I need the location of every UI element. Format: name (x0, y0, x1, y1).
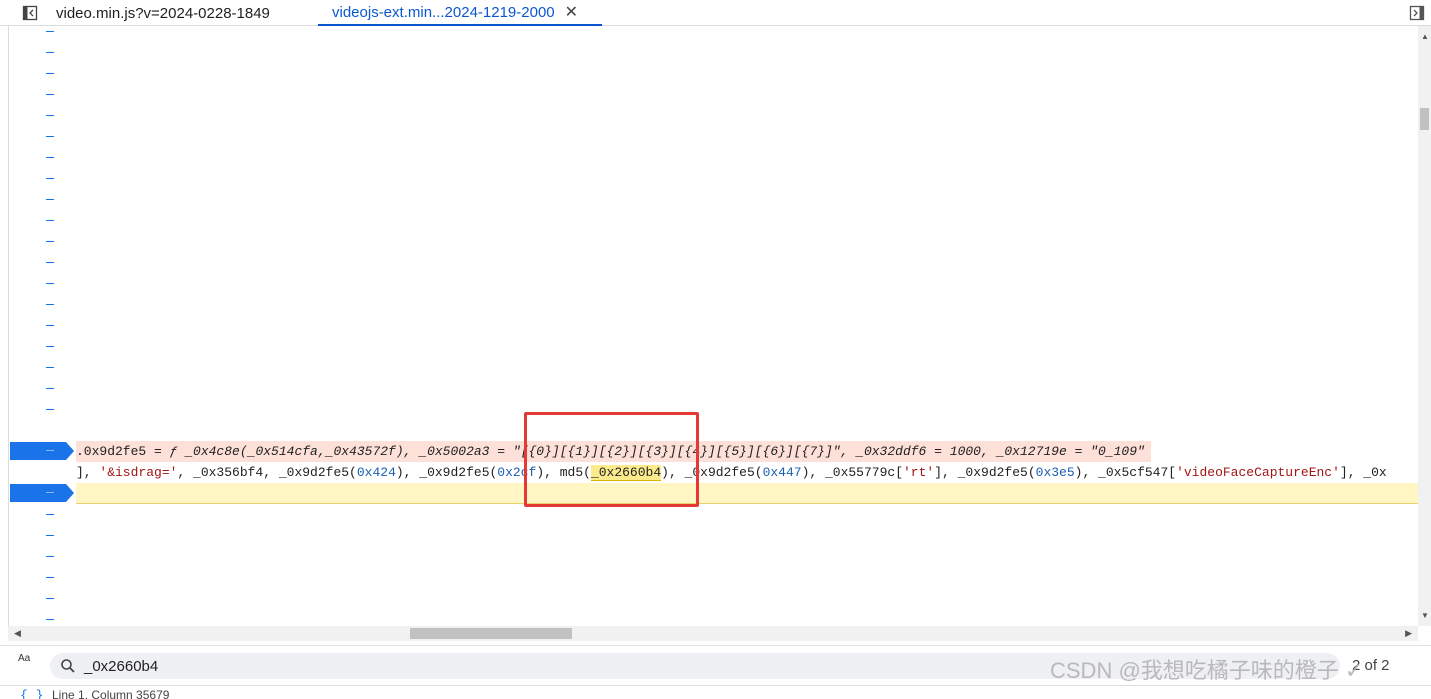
breakpoint-icon (10, 484, 74, 502)
gutter-line-marker[interactable] (46, 262, 54, 263)
hex-token: 0x447 (762, 465, 802, 480)
string-token: '&isdrag=' (99, 465, 178, 480)
code-token: ], (76, 465, 100, 480)
gutter-line-marker[interactable] (46, 346, 54, 347)
gutter-line-marker[interactable] (46, 178, 54, 179)
code-token: .0x9d2fe5 = (76, 444, 170, 459)
status-bar: { } Line 1, Column 35679 (0, 685, 1431, 699)
vertical-scrollbar[interactable]: ▲ ▼ (1418, 26, 1431, 626)
search-icon (61, 659, 75, 673)
breakpoint-marker[interactable] (10, 483, 76, 503)
string-token: 'rt' (903, 465, 935, 480)
gutter-line-marker[interactable] (46, 388, 54, 389)
gutter-line-marker[interactable] (46, 304, 54, 305)
gutter-line-marker[interactable] (46, 556, 54, 557)
close-icon[interactable]: ✕ (565, 2, 578, 22)
code-token: "0_109" (1090, 444, 1145, 459)
breakpoint-icon (10, 442, 74, 460)
search-bar: Aa _0x2660b4 2 of 2 CSDN @我想吃橘子味的橙子 ✓ (0, 645, 1431, 685)
string-token: 'videoFaceCaptureEnc' (1176, 465, 1340, 480)
watermark: CSDN @我想吃橘子味的橙子 ✓ (1050, 658, 1364, 683)
line-gutter[interactable] (10, 26, 74, 626)
vertical-scroll-thumb[interactable] (1420, 108, 1429, 130)
debugger-sidebar-toggle-button[interactable] (1405, 0, 1429, 26)
gutter-line-marker[interactable] (46, 598, 54, 599)
gutter-line-marker[interactable] (46, 577, 54, 578)
horizontal-scroll-thumb[interactable] (410, 628, 572, 639)
gutter-line-marker[interactable] (46, 325, 54, 326)
gutter-line-marker[interactable] (46, 367, 54, 368)
paused-execution-line (76, 483, 1418, 504)
tab-videojs-ext-min[interactable]: videojs-ext.min...2024-1219-2000 ✕ (318, 0, 602, 26)
pretty-print-icon[interactable]: { } (20, 688, 43, 699)
scroll-left-icon[interactable]: ◀ (14, 628, 21, 639)
gutter-line-marker[interactable] (46, 535, 54, 536)
tab-label: video.min.js?v=2024-0228-1849 (56, 4, 270, 22)
gutter-line-marker[interactable] (46, 157, 54, 158)
code-line: ], '&isdrag=', _0x356bf4, _0x9d2fe5(0x42… (76, 462, 1387, 483)
code-token: ), _0x55779c[ (801, 465, 903, 480)
gutter-line-marker[interactable] (46, 283, 54, 284)
code-token: ), _0x9d2fe5( (395, 465, 498, 480)
code-editor[interactable]: .0x9d2fe5 = ƒ _0x4c8e(_0x514cfa,_0x43572… (72, 26, 1418, 626)
tab-video-min-js[interactable]: video.min.js?v=2024-0228-1849 (42, 0, 314, 26)
gutter-line-marker[interactable] (46, 451, 54, 452)
gutter-line-marker[interactable] (46, 31, 54, 32)
match-case-button[interactable]: Aa (18, 654, 44, 678)
breakpoint-marker[interactable] (10, 441, 76, 461)
code-token: ], _0x9d2fe5( (934, 465, 1036, 480)
gutter-line-marker[interactable] (46, 52, 54, 53)
code-token: ƒ _0x4c8e(_0x514cfa,_0x43572f), _0x5002a… (169, 444, 513, 459)
sidebar-toggle-icon (22, 5, 38, 21)
scroll-up-icon[interactable]: ▲ (1421, 32, 1429, 41)
gutter-line-marker[interactable] (46, 136, 54, 137)
cursor-position: Line 1, Column 35679 (52, 688, 170, 699)
sidebar-toggle-icon (1409, 5, 1425, 21)
search-query: _0x2660b4 (84, 657, 159, 675)
gutter-line-marker[interactable] (46, 115, 54, 116)
gutter-line-marker[interactable] (46, 199, 54, 200)
gutter-line-marker[interactable] (46, 220, 54, 221)
gutter-line-marker[interactable] (46, 493, 54, 494)
gutter-divider (8, 26, 9, 626)
scroll-right-icon[interactable]: ▶ (1405, 628, 1412, 639)
code-token: ], _0x (1339, 465, 1387, 480)
code-token: , _0x356bf4, _0x9d2fe5( (177, 465, 357, 480)
editor-tab-bar: video.min.js?v=2024-0228-1849 videojs-ex… (0, 0, 1431, 26)
scroll-down-icon[interactable]: ▼ (1421, 611, 1429, 620)
gutter-line-marker[interactable] (46, 94, 54, 95)
match-case-icon: Aa (18, 653, 31, 664)
navigator-toggle-button[interactable] (16, 0, 44, 26)
annotation-highlight-box (524, 412, 699, 507)
hex-token: 0x424 (356, 465, 396, 480)
hex-token: 0x3e5 (1035, 465, 1075, 480)
gutter-line-marker[interactable] (46, 241, 54, 242)
code-token: , _0x32ddf6 = 1000, _0x12719e = (840, 444, 1091, 459)
tab-label: videojs-ext.min...2024-1219-2000 (332, 3, 555, 21)
horizontal-scrollbar[interactable]: ◀ ▶ (8, 626, 1418, 641)
gutter-line-marker[interactable] (46, 409, 54, 410)
gutter-line-marker[interactable] (46, 514, 54, 515)
gutter-line-marker[interactable] (46, 619, 54, 620)
gutter-line-marker[interactable] (46, 73, 54, 74)
code-token: ), _0x5cf547[ (1074, 465, 1177, 480)
